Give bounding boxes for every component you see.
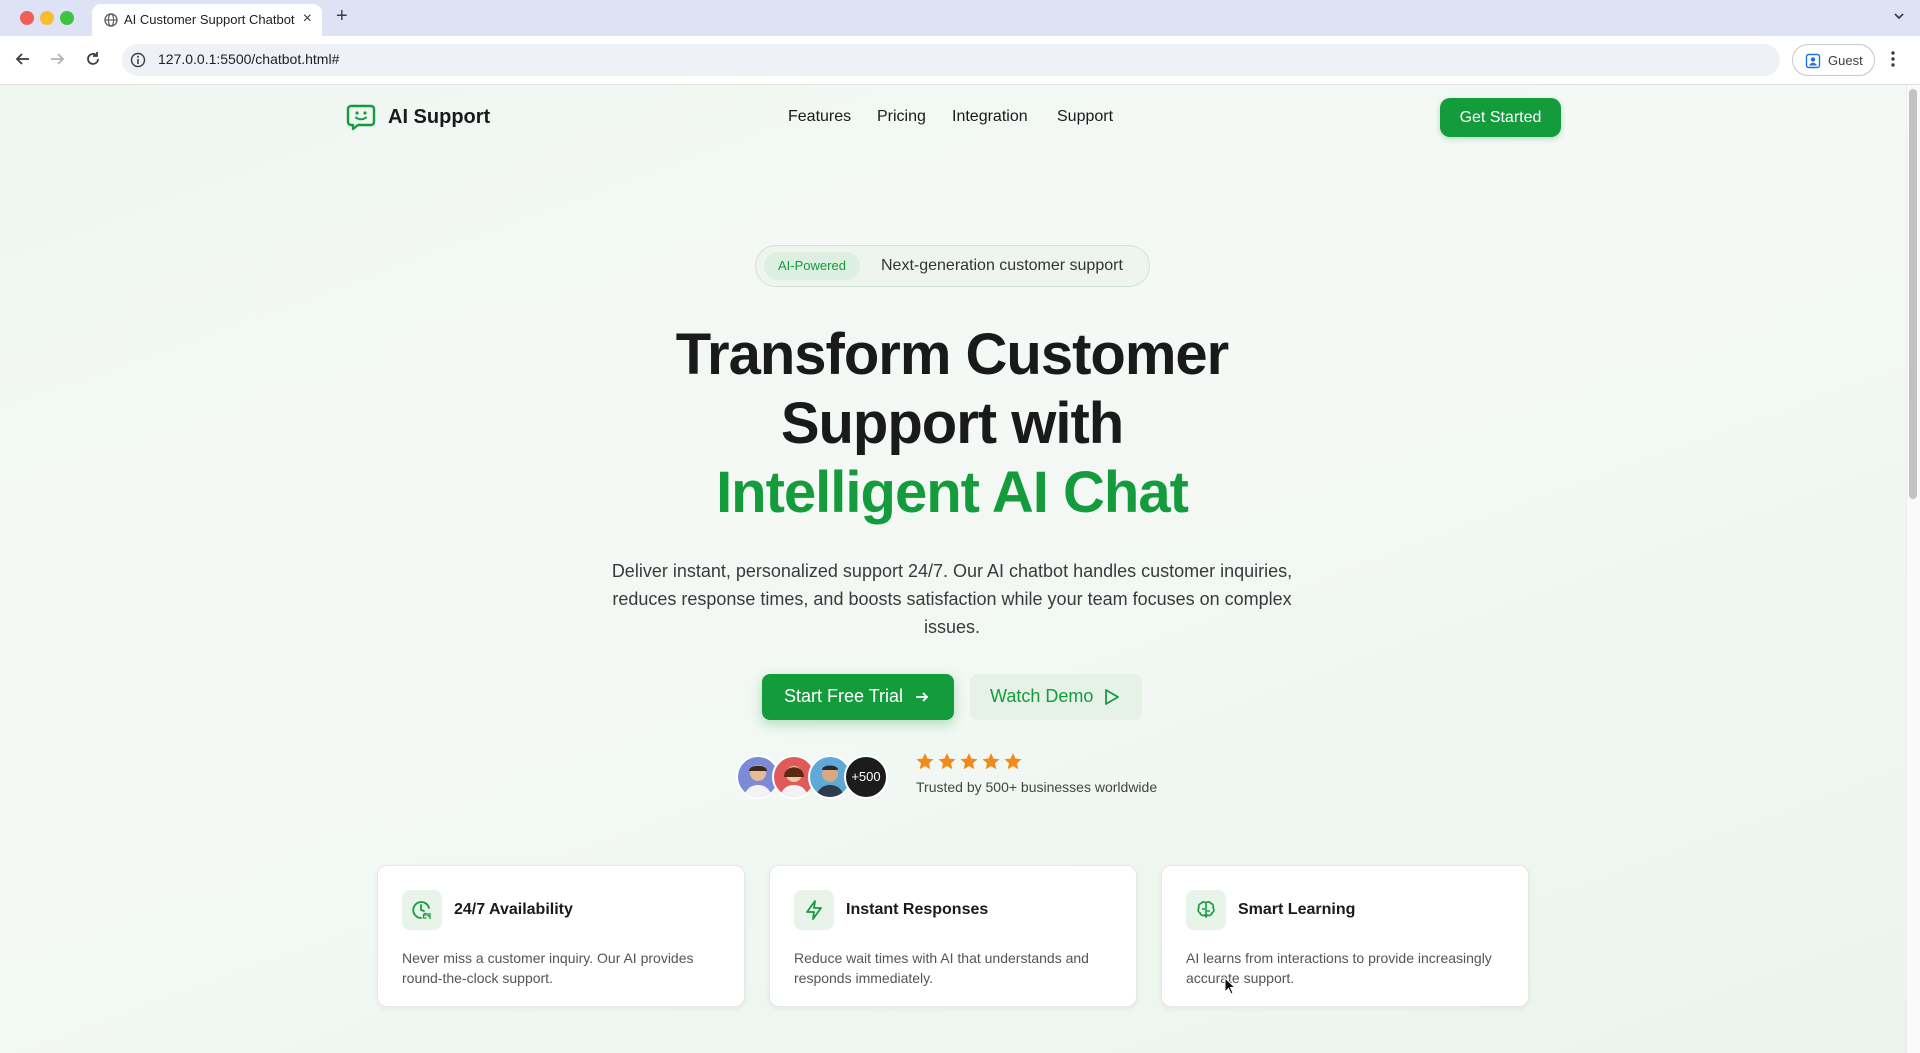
page-scrollbar[interactable] [1906,85,1920,1053]
ai-powered-badge: AI-Powered [764,252,860,280]
reload-icon[interactable] [84,50,102,68]
nav-link-support[interactable]: Support [1057,108,1113,126]
forward-icon[interactable] [48,50,66,68]
clock-24-icon [402,890,442,930]
globe-icon [104,13,118,27]
nav-link-features[interactable]: Features [788,108,851,126]
browser-tab[interactable]: AI Customer Support Chatbot × [92,4,322,36]
feature-card-availability: 24/7 Availability Never miss a customer … [377,865,745,1007]
nav-link-pricing[interactable]: Pricing [877,108,926,126]
scrollbar-thumb[interactable] [1909,89,1917,499]
profile-label: Guest [1828,53,1863,68]
minimize-window-button[interactable] [40,11,54,25]
feature-title: 24/7 Availability [454,901,573,918]
hero-description: Deliver instant, personalized support 24… [611,561,1293,637]
more-menu-icon[interactable] [1890,50,1896,68]
watch-demo-button[interactable]: Watch Demo [970,674,1142,720]
site-info-icon[interactable] [130,52,146,68]
feature-description: Never miss a customer inquiry. Our AI pr… [402,950,694,986]
close-tab-icon[interactable]: × [303,10,312,28]
nav-link-integration[interactable]: Integration [952,108,1028,126]
start-free-trial-label: Start Free Trial [784,686,904,706]
announcement-pill: AI-Powered Next-generation customer supp… [755,245,1150,287]
trusted-by-text: Trusted by 500+ businesses worldwide [916,779,1158,795]
new-tab-icon[interactable]: + [336,5,348,28]
feature-card-smart-learning: Smart Learning AI learns from interactio… [1161,865,1529,1007]
chat-logo-icon[interactable] [346,102,376,132]
page-viewport: AI Support Features Pricing Integration … [0,85,1920,1053]
close-window-button[interactable] [20,11,34,25]
maximize-window-button[interactable] [60,11,74,25]
feature-title: Smart Learning [1238,901,1356,918]
five-star-rating [916,753,1022,770]
get-started-button[interactable]: Get Started [1440,98,1561,137]
url-text: 127.0.0.1:5500/chatbot.html# [158,51,340,67]
hero-title-line-1: Transform Customer [675,322,1229,387]
start-free-trial-button[interactable]: Start Free Trial [762,674,954,720]
lightning-icon [794,890,834,930]
feature-card-instant-responses: Instant Responses Reduce wait times with… [769,865,1137,1007]
hero-title-highlight: Intelligent AI Chat [716,460,1189,525]
arrow-right-icon [916,692,929,702]
mouse-cursor-icon [1224,977,1237,995]
person-icon [1805,53,1821,69]
tab-title: AI Customer Support Chatbot [124,12,295,27]
more-customers-badge: +500 [844,755,888,799]
back-icon[interactable] [14,50,32,68]
browser-tab-bar: AI Customer Support Chatbot × + [0,0,1920,36]
profile-button[interactable]: Guest [1792,44,1875,76]
address-bar[interactable]: 127.0.0.1:5500/chatbot.html# [122,44,1780,76]
watch-demo-label: Watch Demo [990,686,1094,706]
feature-description: Reduce wait times with AI that understan… [794,950,1089,986]
chevron-down-icon[interactable] [1892,9,1906,23]
feature-title: Instant Responses [846,901,989,918]
hero-title-line-2: Support with [780,391,1124,456]
play-icon [1105,689,1119,705]
brain-icon [1186,890,1226,930]
brand-name[interactable]: AI Support [388,106,490,129]
pill-text: Next-generation customer support [881,257,1123,274]
browser-toolbar: 127.0.0.1:5500/chatbot.html# Guest [0,36,1920,85]
